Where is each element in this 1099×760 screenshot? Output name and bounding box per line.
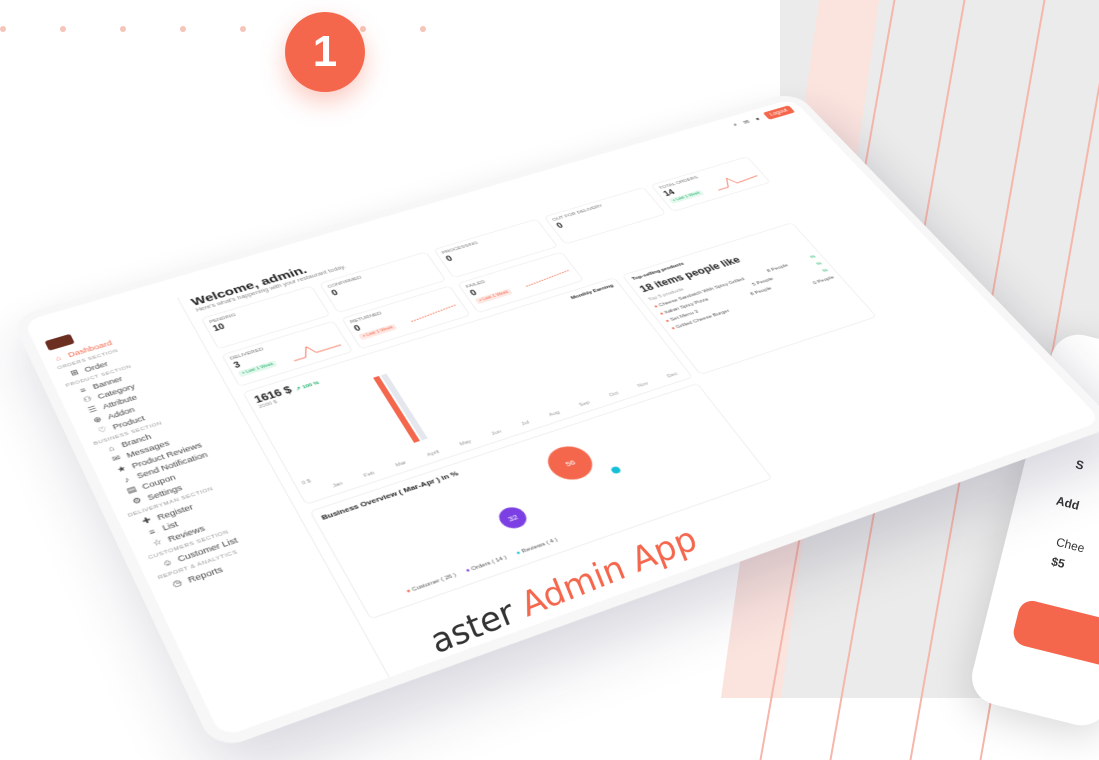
product-icon: ♡ <box>95 425 109 436</box>
y-tick-label: 0 $ <box>301 479 312 486</box>
category-icon: ⚇ <box>81 394 95 405</box>
user-plus-icon: ✚ <box>139 515 154 527</box>
star-icon: ★ <box>114 463 128 475</box>
mail-icon[interactable]: ✉ <box>741 119 751 125</box>
shop-icon: ⌂ <box>104 443 118 454</box>
users-icon: ☺ <box>160 557 175 569</box>
banner-icon: ≡ <box>76 385 90 395</box>
clock-icon: ◷ <box>170 577 185 590</box>
message-icon: ✉ <box>109 453 123 465</box>
device-scene: ⌕ ✉ ● Logout ⌂ Dashboard ORDERS SECTION ⊞… <box>40 40 1090 660</box>
tablet-frame: ⌕ ✉ ● Logout ⌂ Dashboard ORDERS SECTION ⊞… <box>11 91 1099 751</box>
bubble-orders: 32 <box>495 504 532 531</box>
chart-bar <box>381 374 428 441</box>
filter-icon: ≡ <box>145 526 160 538</box>
star-outline-icon: ☆ <box>150 537 165 549</box>
search-icon[interactable]: ⌕ <box>731 122 740 128</box>
bell-icon: ♪ <box>120 474 134 485</box>
bubble-customer: 56 <box>540 441 600 484</box>
avatar[interactable]: ● <box>753 116 761 122</box>
decor-dots <box>0 26 426 32</box>
attribute-icon: ☰ <box>86 404 100 415</box>
home-icon: ⌂ <box>52 353 65 363</box>
plus-icon: ⊕ <box>91 414 105 425</box>
gear-icon: ⚙ <box>130 495 145 507</box>
chart-bar <box>373 376 420 443</box>
coupon-icon: ▤ <box>124 484 139 496</box>
cart-icon: ⊞ <box>68 368 82 379</box>
bubble-reviews: 0 <box>610 466 622 475</box>
logo <box>45 334 75 351</box>
